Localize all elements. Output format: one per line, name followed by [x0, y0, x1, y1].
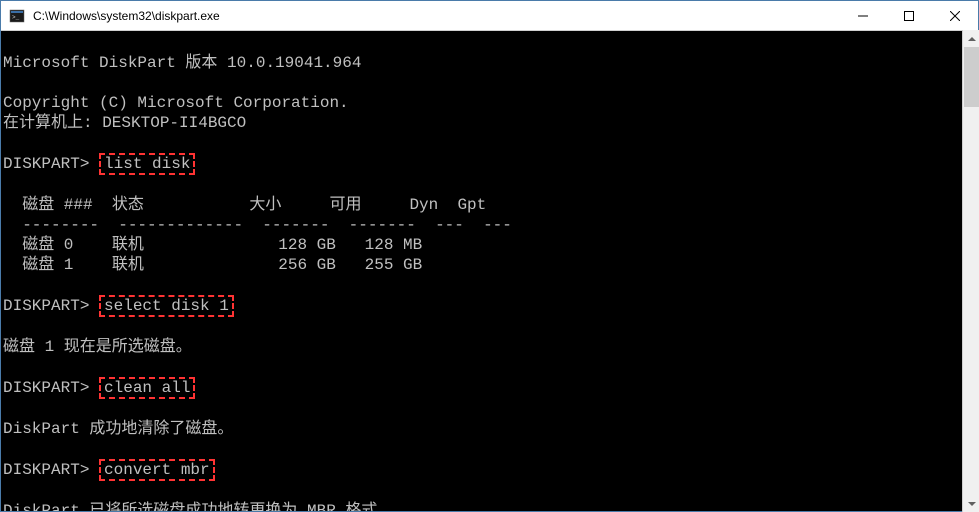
- command-highlight: clean all: [99, 377, 195, 399]
- output-line: [3, 357, 978, 377]
- titlebar[interactable]: >_ C:\Windows\system32\diskpart.exe: [1, 1, 978, 31]
- output-line: Copyright (C) Microsoft Corporation.: [3, 93, 978, 113]
- output-line: [3, 399, 978, 419]
- maximize-button[interactable]: [886, 1, 932, 30]
- table-row: 磁盘 1 联机 256 GB 255 GB: [3, 255, 978, 275]
- prompt-line: DISKPART> convert mbr: [3, 459, 978, 481]
- prompt: DISKPART>: [3, 379, 99, 397]
- table-divider: -------- ------------- ------- ------- -…: [3, 215, 978, 235]
- svg-text:>_: >_: [12, 14, 20, 21]
- output-line: [3, 275, 978, 295]
- output-line: 在计算机上: DESKTOP-II4BGCO: [3, 113, 978, 133]
- scroll-up-arrow[interactable]: [963, 30, 979, 47]
- prompt: DISKPART>: [3, 461, 99, 479]
- output-line: [3, 439, 978, 459]
- terminal-output[interactable]: Microsoft DiskPart 版本 10.0.19041.964 Cop…: [1, 31, 978, 511]
- output-line: [3, 33, 978, 53]
- command-highlight: select disk 1: [99, 295, 234, 317]
- vertical-scrollbar[interactable]: [962, 30, 979, 512]
- output-line: [3, 133, 978, 153]
- table-row: 磁盘 0 联机 128 GB 128 MB: [3, 235, 978, 255]
- output-line: DiskPart 已将所选磁盘成功地转更换为 MBR 格式。: [3, 501, 978, 511]
- prompt-line: DISKPART> clean all: [3, 377, 978, 399]
- output-line: [3, 175, 978, 195]
- prompt: DISKPART>: [3, 155, 99, 173]
- scroll-thumb[interactable]: [964, 47, 979, 107]
- table-header: 磁盘 ### 状态 大小 可用 Dyn Gpt: [3, 195, 978, 215]
- close-button[interactable]: [932, 1, 978, 30]
- app-icon: >_: [9, 8, 25, 24]
- minimize-button[interactable]: [840, 1, 886, 30]
- window-frame: >_ C:\Windows\system32\diskpart.exe Micr…: [0, 0, 979, 512]
- output-line: Microsoft DiskPart 版本 10.0.19041.964: [3, 53, 978, 73]
- output-line: [3, 73, 978, 93]
- command-highlight: convert mbr: [99, 459, 215, 481]
- output-line: [3, 481, 978, 501]
- window-title: C:\Windows\system32\diskpart.exe: [31, 9, 840, 23]
- output-line: DiskPart 成功地清除了磁盘。: [3, 419, 978, 439]
- prompt-line: DISKPART> select disk 1: [3, 295, 978, 317]
- prompt: DISKPART>: [3, 297, 99, 315]
- window-controls: [840, 1, 978, 30]
- scroll-down-arrow[interactable]: [963, 495, 979, 512]
- output-line: 磁盘 1 现在是所选磁盘。: [3, 337, 978, 357]
- output-line: [3, 317, 978, 337]
- prompt-line: DISKPART> list disk: [3, 153, 978, 175]
- command-highlight: list disk: [99, 153, 195, 175]
